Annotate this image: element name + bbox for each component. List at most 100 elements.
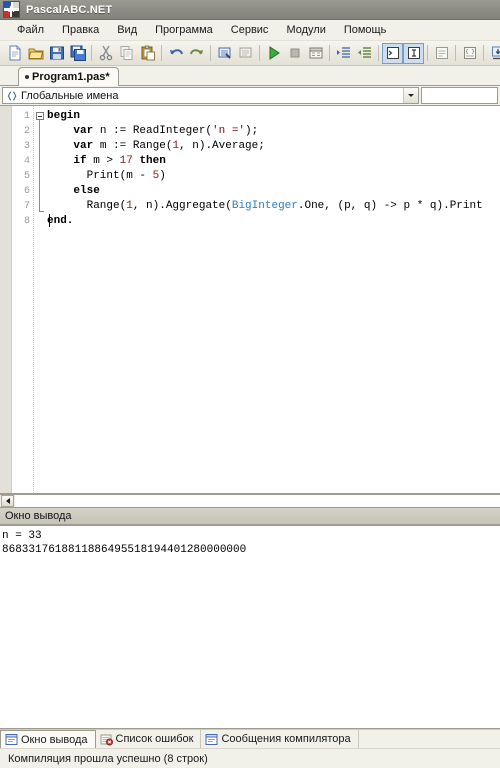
scope-combobox[interactable]: Глобальные имена (2, 87, 419, 104)
menu-item-program[interactable]: Программа (146, 22, 222, 39)
scope-combobox-arrow-icon[interactable] (403, 88, 418, 103)
copy-button[interactable] (116, 43, 137, 64)
document-tab-strip: Program1.pas* (0, 66, 500, 86)
app-logo-icon: A (3, 1, 20, 18)
bottom-tab-error-list[interactable]: Список ошибок (96, 730, 202, 748)
bottom-tab-strip-filler (359, 730, 500, 748)
replace-button[interactable] (235, 43, 256, 64)
output-line: n = 33 (2, 530, 42, 542)
toolbar-separator (161, 45, 162, 61)
code-line: end. (47, 214, 500, 229)
bottom-tab-label: Список ошибок (115, 733, 194, 745)
undo-button[interactable] (165, 43, 186, 64)
code-line: begin (47, 109, 500, 124)
paste-button[interactable] (137, 43, 158, 64)
menu-item-view[interactable]: Вид (108, 22, 146, 39)
scroll-left-button[interactable] (1, 495, 14, 507)
toolbar-separator (427, 45, 428, 61)
step-into-button[interactable] (487, 43, 500, 64)
save-file-button[interactable] (46, 43, 67, 64)
modified-indicator-icon (25, 75, 29, 79)
svg-text:{ }: { } (465, 49, 474, 55)
bottom-tab-strip: Окно вывода Список ошибок Сообщения комп… (0, 729, 500, 748)
toolbar-separator (483, 45, 484, 61)
compiler-messages-icon (205, 733, 218, 746)
editor-left-margin[interactable] (0, 106, 12, 493)
code-token: BigInteger (231, 200, 298, 212)
code-token: Range( (47, 200, 127, 212)
code-token: end. (47, 215, 74, 227)
output-panel: Окно вывода n = 33 8683317618811886495518… (0, 508, 500, 729)
toolbar-separator (378, 45, 379, 61)
stop-button[interactable] (284, 43, 305, 64)
code-editor[interactable]: 1 2 3 4 5 6 7 8 begin var n := ReadInteg… (0, 105, 500, 494)
line-number: 8 (23, 216, 30, 227)
code-token: m > (93, 155, 120, 167)
indent-decrease-button[interactable] (354, 43, 375, 64)
member-combobox[interactable] (421, 87, 498, 104)
code-view-button[interactable]: { } (459, 43, 480, 64)
code-token: else (47, 185, 100, 197)
toggle-errors-button[interactable] (431, 43, 452, 64)
editor-folding-margin[interactable] (34, 106, 47, 493)
line-number: 2 (23, 126, 30, 137)
line-number: 1 (23, 111, 30, 122)
menu-item-service[interactable]: Сервис (222, 22, 278, 39)
output-line: 8683317618811886495518194401280000000 (2, 544, 247, 556)
line-number: 3 (23, 141, 30, 152)
braces-icon (5, 89, 18, 102)
bottom-tab-compiler-messages[interactable]: Сообщения компилятора (201, 730, 359, 748)
status-message: Компиляция прошла успешно (8 строк) (8, 752, 208, 765)
scope-combobox-value: Глобальные имена (21, 89, 119, 102)
code-token: , n).Average; (179, 140, 265, 152)
find-button[interactable] (214, 43, 235, 64)
editor-text-area[interactable]: begin var n := ReadInteger('n ='); var m… (47, 106, 500, 493)
menu-item-edit[interactable]: Правка (53, 22, 108, 39)
navigation-bar: Глобальные имена (0, 86, 500, 105)
code-token: if (47, 155, 94, 167)
build-button[interactable] (305, 43, 326, 64)
fold-region-line (39, 120, 40, 211)
save-all-button[interactable] (67, 43, 88, 64)
scrollbar-track[interactable] (15, 495, 500, 507)
new-file-button[interactable] (4, 43, 25, 64)
bottom-tab-label: Окно вывода (21, 733, 88, 746)
code-line: else (47, 184, 500, 199)
run-button[interactable] (263, 43, 284, 64)
code-token: n := ReadInteger( (99, 125, 213, 137)
window-title: PascalABC.NET (26, 3, 113, 16)
code-line: Range(1, n).Aggregate(BigInteger.One, (p… (47, 199, 500, 214)
toolbar-separator (210, 45, 211, 61)
bottom-tab-output-window[interactable]: Окно вывода (0, 730, 96, 748)
code-token: ) (159, 170, 166, 182)
code-token: begin (47, 110, 81, 122)
output-window-icon (5, 733, 18, 746)
line-number: 4 (23, 156, 30, 167)
code-token: , n).Aggregate( (132, 200, 232, 212)
code-token: 'n =' (212, 125, 246, 137)
toggle-input-window-button[interactable] (403, 42, 424, 64)
editor-line-number-gutter: 1 2 3 4 5 6 7 8 (12, 106, 34, 493)
menu-item-file[interactable]: Файл (8, 22, 53, 39)
cut-button[interactable] (95, 43, 116, 64)
line-number: 7 (23, 201, 30, 212)
menu-item-help[interactable]: Помощь (335, 22, 396, 39)
code-token: var (47, 140, 100, 152)
code-token: 17 (119, 155, 133, 167)
output-panel-text[interactable]: n = 33 8683317618811886495518194401280000… (0, 525, 500, 729)
editor-horizontal-scrollbar[interactable] (0, 494, 500, 508)
toolbar-separator (91, 45, 92, 61)
menu-item-modules[interactable]: Модули (277, 22, 334, 39)
fold-collapse-icon[interactable] (36, 112, 44, 120)
open-file-button[interactable] (25, 43, 46, 64)
bottom-tab-label: Сообщения компилятора (221, 733, 351, 745)
document-tab-program1[interactable]: Program1.pas* (18, 67, 119, 86)
toggle-output-window-button[interactable] (382, 42, 403, 64)
application-window: A PascalABC.NET Файл Правка Вид Программ… (0, 0, 500, 768)
code-token: .One, (p, q) -> p * q).Print (297, 200, 483, 212)
toolbar-separator (259, 45, 260, 61)
redo-button[interactable] (186, 43, 207, 64)
menu-bar: Файл Правка Вид Программа Сервис Модули … (0, 20, 500, 41)
status-bar: Компиляция прошла успешно (8 строк) (0, 748, 500, 768)
indent-increase-button[interactable] (333, 43, 354, 64)
